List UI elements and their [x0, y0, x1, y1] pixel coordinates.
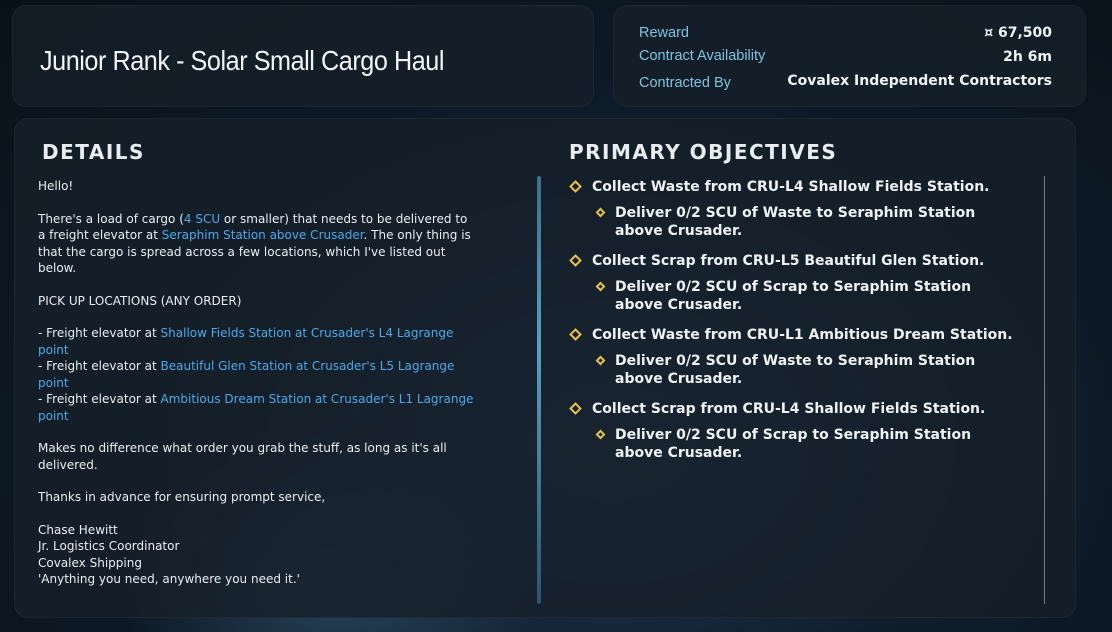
diamond-marker-icon: [595, 355, 606, 366]
signature-line: Chase Hewitt: [38, 522, 118, 537]
objectives-heading: PRIMARY OBJECTIVES: [569, 140, 838, 164]
objective-item: Collect Scrap from CRU-L5 Beautiful Glen…: [569, 252, 1029, 314]
details-paragraph-3: Thanks in advance for ensuring prompt se…: [38, 490, 326, 504]
diamond-marker-icon: [569, 180, 582, 193]
objective-main: Collect Waste from CRU-L4 Shallow Fields…: [569, 178, 1029, 196]
diamond-marker-icon: [569, 328, 582, 341]
title-panel: Junior Rank - Solar Small Cargo Haul: [12, 5, 594, 107]
greeting: Hello!: [38, 179, 74, 193]
objective-main: Collect Scrap from CRU-L4 Shallow Fields…: [569, 400, 1029, 418]
objective-text: Collect Scrap from CRU-L4 Shallow Fields…: [592, 401, 986, 417]
details-heading: DETAILS: [42, 140, 145, 164]
diamond-marker-icon: [595, 429, 606, 440]
objective-text: Collect Waste from CRU-L4 Shallow Fields…: [592, 179, 990, 195]
pickup-prefix: - Freight elevator at: [38, 326, 161, 340]
objective-sub-text: Deliver 0/2 SCU of Waste to Seraphim Sta…: [615, 353, 976, 387]
signature-line: Jr. Logistics Coordinator: [38, 539, 180, 553]
contract-detail-panel: DETAILS Hello! There's a load of cargo (…: [14, 118, 1076, 618]
objective-sub: Deliver 0/2 SCU of Scrap to Seraphim Sta…: [595, 426, 1005, 462]
pickup-item: - Freight elevator at Ambitious Dream St…: [38, 391, 478, 424]
contract-title: Junior Rank - Solar Small Cargo Haul: [40, 45, 444, 76]
objective-sub-text: Deliver 0/2 SCU of Scrap to Seraphim Sta…: [615, 279, 972, 313]
objective-item: Collect Waste from CRU-L1 Ambitious Drea…: [569, 326, 1029, 388]
objective-text: Collect Waste from CRU-L1 Ambitious Drea…: [592, 327, 1013, 343]
cargo-size-highlight: 4 SCU: [183, 211, 221, 226]
objective-sub: Deliver 0/2 SCU of Waste to Seraphim Sta…: [595, 204, 1005, 240]
destination-highlight: Seraphim Station above Crusader: [161, 228, 364, 242]
objective-sub-text: Deliver 0/2 SCU of Scrap to Seraphim Sta…: [615, 427, 972, 461]
contracted-by-label: Contracted By: [639, 75, 731, 91]
diamond-marker-icon: [595, 207, 606, 218]
details-paragraph-2: Makes no difference what order you grab …: [38, 441, 447, 472]
pickup-heading: PICK UP LOCATIONS (ANY ORDER): [38, 293, 242, 308]
objectives-scrollbar[interactable]: [1044, 176, 1045, 604]
reward-value: ¤ 67,500: [984, 25, 1052, 41]
details-paragraph-1: There's a load of cargo (4 SCU or smalle…: [38, 211, 478, 277]
pickup-item: - Freight elevator at Shallow Fields Sta…: [38, 325, 478, 358]
objective-sub: Deliver 0/2 SCU of Scrap to Seraphim Sta…: [595, 278, 1005, 314]
signature: Chase Hewitt Jr. Logistics Coordinator C…: [38, 522, 478, 588]
pickup-item: - Freight elevator at Beautiful Glen Sta…: [38, 358, 478, 391]
diamond-marker-icon: [595, 281, 606, 292]
text-segment: There's a load of cargo (: [38, 211, 184, 226]
signature-line: 'Anything you need, anywhere you need it…: [38, 572, 300, 586]
pickup-prefix: - Freight elevator at: [38, 392, 161, 406]
reward-label: Reward: [639, 25, 689, 41]
objective-item: Collect Waste from CRU-L4 Shallow Fields…: [569, 178, 1029, 240]
signature-line: Covalex Shipping: [38, 555, 142, 570]
objectives-list: Collect Waste from CRU-L4 Shallow Fields…: [569, 178, 1029, 474]
objective-main: Collect Waste from CRU-L1 Ambitious Drea…: [569, 326, 1029, 344]
objective-main: Collect Scrap from CRU-L5 Beautiful Glen…: [569, 252, 1029, 270]
contract-info-panel: Reward ¤ 67,500 Contract Availability 2h…: [613, 5, 1086, 107]
objective-sub: Deliver 0/2 SCU of Waste to Seraphim Sta…: [595, 352, 1005, 388]
availability-label: Contract Availability: [639, 48, 766, 64]
availability-value: 2h 6m: [1003, 49, 1052, 65]
details-scrollbar[interactable]: [537, 176, 541, 604]
objective-item: Collect Scrap from CRU-L4 Shallow Fields…: [569, 400, 1029, 462]
details-body[interactable]: Hello! There's a load of cargo (4 SCU or…: [38, 178, 478, 604]
diamond-marker-icon: [569, 254, 582, 267]
pickup-list: - Freight elevator at Shallow Fields Sta…: [38, 325, 478, 424]
objective-sub-text: Deliver 0/2 SCU of Waste to Seraphim Sta…: [615, 205, 976, 239]
diamond-marker-icon: [569, 402, 582, 415]
objective-text: Collect Scrap from CRU-L5 Beautiful Glen…: [592, 253, 985, 269]
contracted-by-value: Covalex Independent Contractors: [787, 73, 1052, 89]
pickup-prefix: - Freight elevator at: [38, 359, 161, 373]
